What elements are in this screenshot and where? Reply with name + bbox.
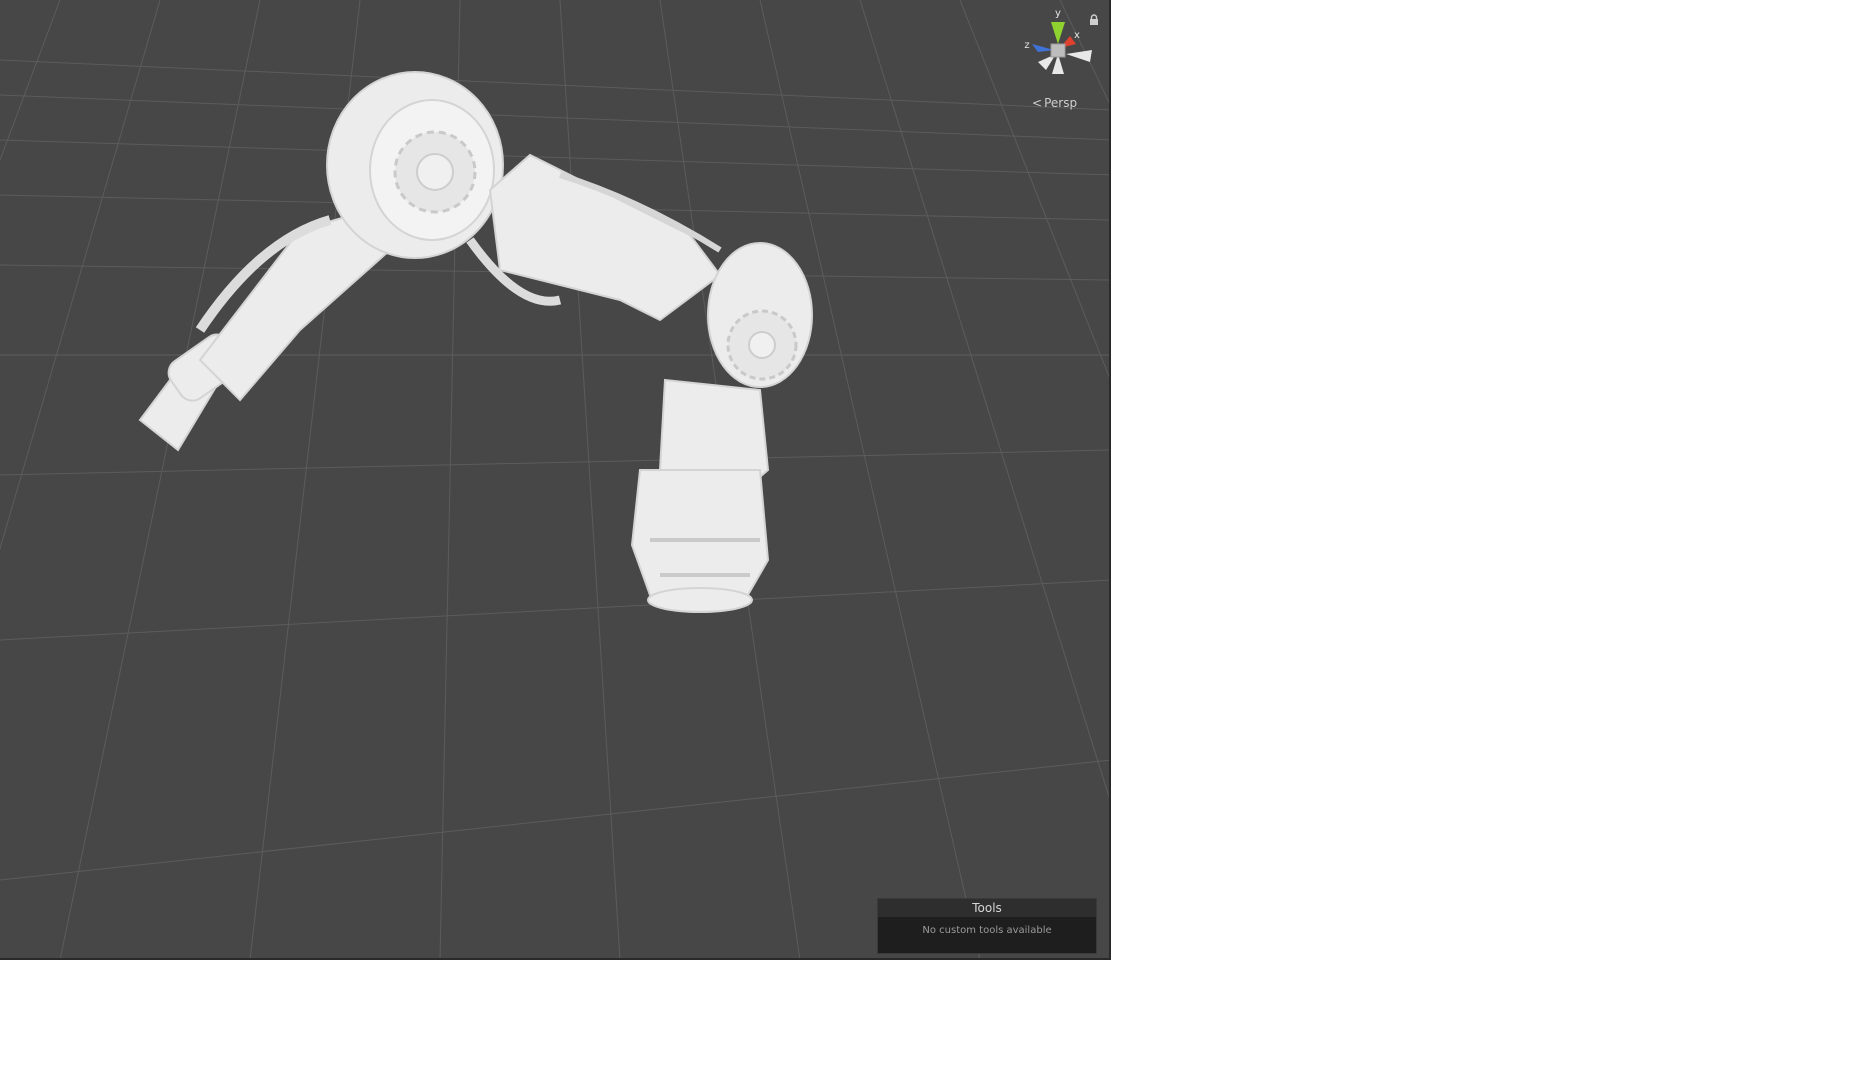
arm-base-foot — [647, 587, 753, 613]
gizmo-z-label: z — [1024, 40, 1029, 51]
tools-panel-message: No custom tools available — [878, 917, 1096, 953]
ground-grid — [0, 0, 1109, 958]
robotic-arm-model[interactable] — [138, 71, 813, 613]
projection-label: Persp — [1044, 96, 1078, 110]
gizmo-center-cube — [1050, 43, 1066, 58]
gizmo-y-cone — [1051, 22, 1065, 44]
orientation-gizmo-icon[interactable]: y x z — [1018, 6, 1098, 82]
tools-panel: Tools No custom tools available — [877, 898, 1097, 954]
chevron-left-icon: < — [1032, 96, 1043, 110]
gizmo-x-label: x — [1074, 30, 1080, 41]
lock-icon[interactable] — [1089, 14, 1099, 26]
projection-toggle[interactable]: < Persp — [1032, 96, 1077, 110]
scene-canvas[interactable] — [0, 0, 1111, 960]
gizmo-y-label: y — [1055, 8, 1061, 19]
gizmo-neg-x-cone — [1066, 50, 1092, 62]
scene-view[interactable]: y x z < Persp Tools No custom tools avai… — [0, 0, 1111, 960]
tools-panel-title: Tools — [878, 899, 1096, 917]
